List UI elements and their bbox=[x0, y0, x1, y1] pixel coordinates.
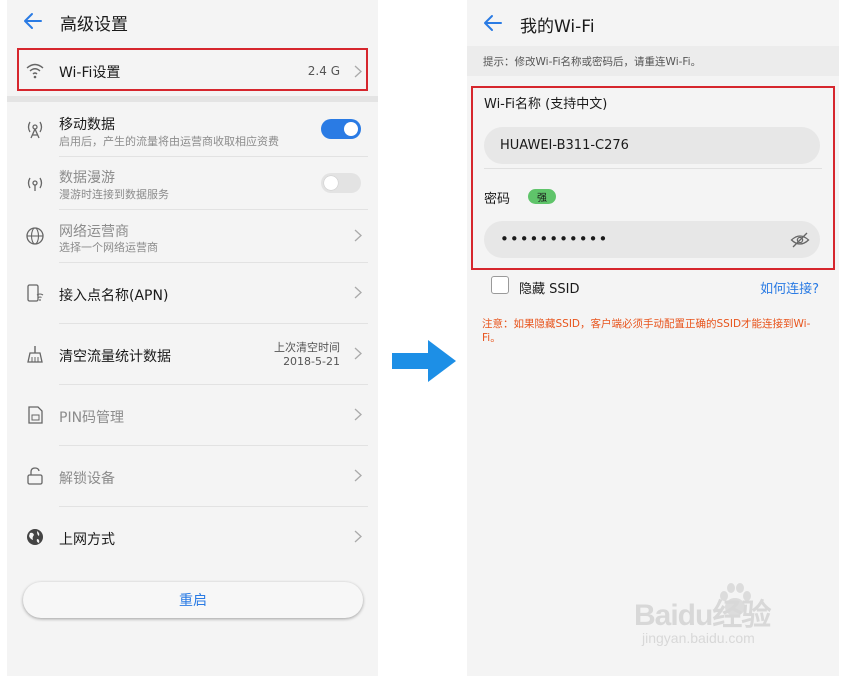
watermark-url: jingyan.baidu.com bbox=[642, 630, 755, 646]
unlock-icon bbox=[27, 467, 43, 485]
restart-button[interactable]: 重启 bbox=[23, 582, 363, 618]
header: 高级设置 bbox=[7, 0, 378, 42]
last-cleared-label: 上次清空时间 bbox=[274, 341, 340, 354]
hide-ssid-label: 隐藏 SSID bbox=[519, 282, 580, 297]
apn-icon bbox=[27, 284, 44, 302]
earth-icon bbox=[27, 529, 43, 545]
page-title: 高级设置 bbox=[60, 15, 128, 35]
my-wifi-screen: 我的Wi-Fi 提示：修改Wi-Fi名称或密码后，请重连Wi-Fi。 Wi-Fi… bbox=[467, 0, 839, 676]
arrow-right-icon bbox=[392, 340, 456, 382]
toggle-knob bbox=[344, 122, 358, 136]
page-title: 我的Wi-Fi bbox=[520, 17, 595, 37]
pin-management-row[interactable]: PIN码管理 bbox=[7, 385, 378, 445]
data-roaming-row: 数据漫游 漫游时连接到数据服务 bbox=[7, 157, 378, 209]
header: 我的Wi-Fi bbox=[467, 0, 839, 42]
mobile-data-description: 启用后，产生的流量将由运营商收取相应资费 bbox=[59, 135, 279, 148]
network-carrier-label: 网络运营商 bbox=[59, 224, 129, 240]
baidu-jingyan-watermark: Baidu经验 jingyan.baidu.com bbox=[634, 582, 829, 662]
internet-mode-row[interactable]: 上网方式 bbox=[7, 507, 378, 567]
highlight-frame bbox=[17, 48, 368, 91]
apn-row[interactable]: 接入点名称(APN) bbox=[7, 263, 378, 323]
unlock-device-row[interactable]: 解锁设备 bbox=[7, 446, 378, 506]
network-carrier-row[interactable]: 网络运营商 选择一个网络运营商 bbox=[7, 210, 378, 262]
chevron-right-icon bbox=[354, 229, 362, 242]
last-cleared-date: 2018-5-21 bbox=[283, 355, 340, 368]
watermark-logo-text: Baidu经验 bbox=[634, 599, 771, 632]
toggle-knob bbox=[324, 176, 338, 190]
antenna-icon bbox=[27, 121, 43, 139]
chevron-right-icon bbox=[354, 347, 362, 360]
highlight-frame bbox=[471, 86, 835, 270]
roaming-icon bbox=[27, 177, 43, 191]
unlock-device-label: 解锁设备 bbox=[59, 471, 115, 487]
broom-icon bbox=[27, 346, 43, 363]
hide-ssid-checkbox[interactable] bbox=[491, 276, 509, 294]
advanced-settings-screen: 高级设置 Wi-Fi设置 2.4 G 移动数据 启用后，产生的流量将由运营商收取… bbox=[7, 0, 378, 676]
mobile-data-toggle[interactable] bbox=[321, 119, 361, 139]
sim-card-icon bbox=[28, 406, 43, 424]
apn-label: 接入点名称(APN) bbox=[59, 288, 169, 304]
mobile-data-label: 移动数据 bbox=[59, 117, 115, 133]
data-roaming-toggle[interactable] bbox=[321, 173, 361, 193]
mobile-data-row: 移动数据 启用后，产生的流量将由运营商收取相应资费 bbox=[7, 102, 378, 156]
chevron-right-icon bbox=[354, 286, 362, 299]
chevron-right-icon bbox=[354, 530, 362, 543]
how-to-connect-link[interactable]: 如何连接? bbox=[760, 278, 819, 297]
internet-mode-label: 上网方式 bbox=[59, 532, 115, 548]
arrow-left-icon[interactable] bbox=[21, 9, 45, 33]
clear-traffic-stats-row[interactable]: 清空流量统计数据 上次清空时间 2018-5-21 bbox=[7, 324, 378, 384]
hide-ssid-warning: 注意：如果隐藏SSID，客户端必须手动配置正确的SSID才能连接到Wi-Fi。 bbox=[482, 318, 811, 344]
hint-bar: 提示：修改Wi-Fi名称或密码后，请重连Wi-Fi。 bbox=[467, 46, 839, 76]
data-roaming-description: 漫游时连接到数据服务 bbox=[59, 188, 169, 201]
arrow-left-icon[interactable] bbox=[481, 11, 505, 35]
globe-icon bbox=[26, 227, 44, 245]
network-carrier-description: 选择一个网络运营商 bbox=[59, 241, 158, 254]
clear-traffic-stats-label: 清空流量统计数据 bbox=[59, 349, 171, 365]
chevron-right-icon bbox=[354, 469, 362, 482]
pin-management-label: PIN码管理 bbox=[59, 410, 125, 426]
chevron-right-icon bbox=[354, 408, 362, 421]
data-roaming-label: 数据漫游 bbox=[59, 170, 115, 186]
